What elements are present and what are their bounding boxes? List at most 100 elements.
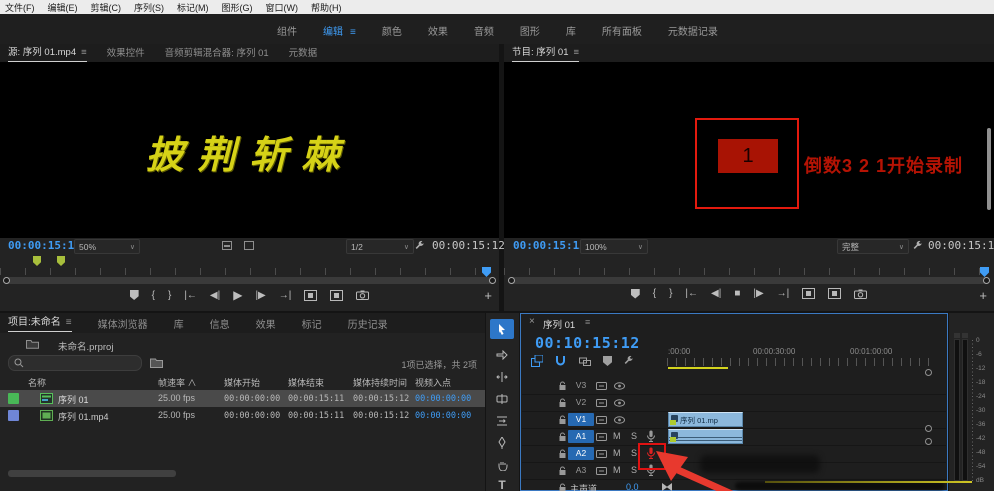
go-to-out-button[interactable]: →| [279, 290, 292, 301]
scrollbar-handle[interactable] [489, 277, 496, 284]
lock-icon[interactable] [558, 466, 567, 476]
scrollbar-handle[interactable] [983, 277, 990, 284]
tab-source[interactable]: 源: 序列 01.mp4≡ [8, 44, 87, 62]
wrench-icon[interactable] [414, 240, 425, 251]
horizontal-scrollbar[interactable] [8, 470, 176, 477]
tab-info[interactable]: 信息 [210, 316, 230, 331]
menu-item-clip[interactable]: 剪辑(C) [91, 1, 122, 14]
scrollbar-handle[interactable] [925, 369, 932, 376]
window-scrollbar-handle[interactable] [987, 128, 991, 210]
add-marker-icon[interactable] [603, 356, 612, 366]
search-input[interactable] [8, 355, 142, 371]
workspace-tab-all-panels[interactable]: 所有面板 [602, 23, 642, 38]
button-editor-icon[interactable]: + [979, 288, 987, 303]
lock-icon[interactable] [558, 432, 567, 442]
tab-program[interactable]: 节目: 序列 01≡ [512, 44, 579, 62]
column-name[interactable]: 名称 [28, 376, 46, 389]
workspace-tab-effects[interactable]: 效果 [428, 23, 448, 38]
audio-clip[interactable] [668, 429, 743, 444]
mark-in-button[interactable]: { [152, 290, 155, 301]
bin-icon[interactable] [150, 357, 163, 368]
track-name[interactable]: A1 [568, 430, 594, 443]
step-back-button[interactable]: ◀| [711, 288, 721, 299]
tab-history[interactable]: 历史记录 [348, 316, 388, 331]
sync-lock-icon[interactable] [596, 399, 607, 407]
workspace-tab-audio[interactable]: 音频 [474, 23, 494, 38]
add-marker-icon[interactable] [130, 290, 139, 300]
play-button[interactable]: ▶ [233, 288, 242, 302]
wrench-icon[interactable] [912, 240, 923, 251]
go-to-out-button[interactable]: →| [777, 288, 790, 299]
panel-menu-icon[interactable]: ≡ [574, 47, 580, 58]
menu-item-graphics[interactable]: 图形(G) [222, 1, 253, 14]
keyframe-bowtie-icon[interactable] [662, 483, 672, 491]
program-playhead[interactable] [980, 267, 989, 277]
track-name[interactable]: V2 [568, 396, 594, 409]
source-video-viewport[interactable]: 披荆斩棘 [0, 62, 499, 238]
source-playhead[interactable] [482, 267, 491, 277]
lock-icon[interactable] [558, 483, 567, 491]
menu-item-sequence[interactable]: 序列(S) [134, 1, 164, 14]
workspace-tab-editing[interactable]: 编辑≡ [323, 23, 356, 38]
stop-button[interactable]: ■ [734, 288, 740, 299]
track-output-eye-icon[interactable] [614, 382, 625, 390]
voiceover-record-icon[interactable] [646, 430, 656, 443]
scrollbar-handle[interactable] [925, 438, 932, 445]
timeline-playhead-timecode[interactable]: 00:10:15:12 [535, 334, 640, 352]
sync-lock-icon[interactable] [596, 416, 607, 424]
trim-mode-icon[interactable] [244, 241, 254, 250]
program-zoom-scrollbar[interactable] [509, 277, 989, 284]
program-zoom-select[interactable]: 100%∨ [580, 239, 648, 254]
menu-item-help[interactable]: 帮助(H) [311, 1, 342, 14]
row-name[interactable]: 序列 01 [58, 393, 89, 406]
track-name[interactable]: V3 [568, 379, 594, 392]
tab-effects[interactable]: 效果 [256, 316, 276, 331]
ripple-edit-tool[interactable] [490, 367, 514, 387]
tab-audio-clip-mixer[interactable]: 音频剪辑混合器: 序列 01 [165, 45, 269, 62]
meter-solo-right[interactable] [962, 333, 968, 338]
insert-icon[interactable] [304, 290, 317, 301]
mute-button[interactable]: M [613, 448, 621, 458]
track-select-forward-tool[interactable] [490, 345, 514, 365]
scrollbar-handle[interactable] [925, 425, 932, 432]
sync-lock-icon[interactable] [596, 382, 607, 390]
lock-icon[interactable] [558, 398, 567, 408]
source-zoom-scrollbar[interactable] [4, 277, 495, 284]
step-forward-button[interactable]: |▶ [255, 290, 265, 301]
solo-button[interactable]: S [631, 465, 637, 475]
tab-project[interactable]: 项目:未命名≡ [8, 314, 72, 332]
project-file-name[interactable]: 未命名.prproj [58, 339, 113, 353]
menu-item-markers[interactable]: 标记(M) [177, 1, 209, 14]
track-output-eye-icon[interactable] [614, 416, 625, 424]
clip-marker-icon[interactable] [33, 256, 41, 266]
linked-selection-icon[interactable] [579, 355, 591, 366]
tab-libraries[interactable]: 库 [174, 316, 184, 331]
panel-menu-icon[interactable]: ≡ [66, 317, 72, 328]
timeline-tab-label[interactable]: 序列 01 [543, 317, 575, 331]
nest-toggle-icon[interactable] [531, 355, 543, 367]
workspace-tab-graphics[interactable]: 图形 [520, 23, 540, 38]
solo-button[interactable]: S [631, 431, 637, 441]
panel-menu-icon[interactable]: ≡ [81, 47, 87, 58]
tab-metadata[interactable]: 元数据 [289, 45, 318, 62]
panel-menu-icon[interactable]: ≡ [585, 317, 590, 327]
mark-out-button[interactable]: } [168, 290, 171, 301]
tab-markers[interactable]: 标记 [302, 316, 322, 331]
overwrite-icon[interactable] [330, 290, 343, 301]
menu-item-edit[interactable]: 编辑(E) [48, 1, 78, 14]
track-name[interactable]: V1 [568, 413, 594, 426]
slip-tool[interactable] [490, 411, 514, 431]
menu-item-file[interactable]: 文件(F) [5, 1, 35, 14]
tab-effect-controls[interactable]: 效果控件 [107, 45, 145, 62]
track-name[interactable]: A2 [568, 447, 594, 460]
solo-button[interactable]: S [631, 448, 637, 458]
export-frame-icon[interactable] [854, 289, 867, 299]
mute-button[interactable]: M [613, 465, 621, 475]
source-resolution-select[interactable]: 1/2∨ [346, 239, 414, 254]
source-zoom-select[interactable]: 50%∨ [74, 239, 140, 254]
video-clip[interactable]: 序列 01.mp [668, 412, 743, 427]
extract-icon[interactable] [828, 288, 841, 299]
go-to-in-button[interactable]: |← [184, 290, 197, 301]
program-time-ruler[interactable] [504, 268, 994, 275]
column-media-start[interactable]: 媒体开始 [224, 376, 260, 389]
